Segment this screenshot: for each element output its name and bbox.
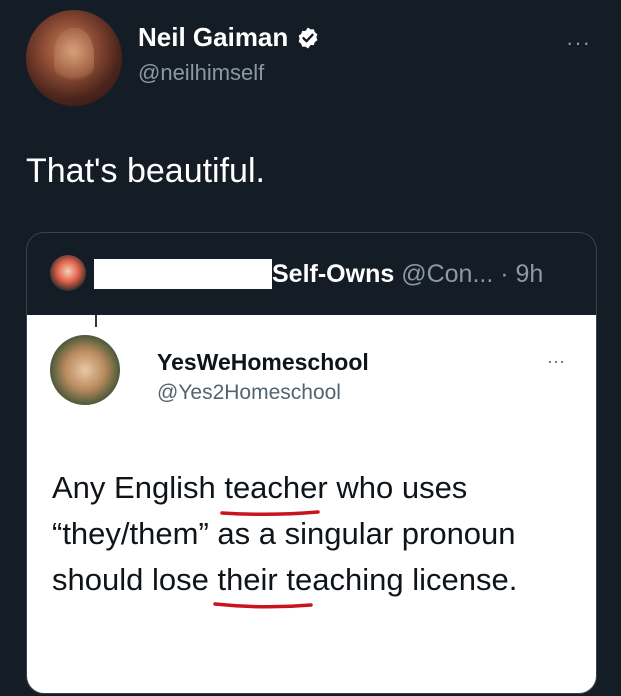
card-text: Any English teacher who uses “they/them”… bbox=[52, 465, 572, 609]
underlined-word-text: their bbox=[217, 562, 278, 597]
tweet-text: That's beautiful. bbox=[26, 152, 265, 190]
quoted-meta: @Con... · 9h bbox=[401, 260, 544, 288]
quoted-author-line: Self-Owns @Con... · 9h bbox=[272, 260, 543, 289]
quoted-account-name: Self-Owns bbox=[272, 260, 395, 288]
card-more-icon: ··· bbox=[547, 351, 565, 371]
more-options-icon[interactable]: ··· bbox=[566, 30, 591, 56]
author-handle[interactable]: @neilhimself bbox=[138, 60, 264, 86]
avatar[interactable] bbox=[26, 10, 122, 106]
card-author-handle: @Yes2Homeschool bbox=[157, 381, 341, 404]
red-underline-mark bbox=[220, 510, 321, 517]
underlined-word-text: teacher bbox=[224, 470, 328, 505]
tweet: Neil Gaiman @neilhimself ··· That's beau… bbox=[0, 0, 621, 696]
quoted-tweet-header: Self-Owns @Con... · 9h bbox=[27, 233, 596, 315]
underlined-word-teacher: teacher bbox=[220, 465, 328, 517]
author-row: Neil Gaiman bbox=[138, 22, 320, 53]
card-text-part: teaching license. bbox=[277, 562, 518, 597]
verified-badge-icon bbox=[298, 27, 318, 48]
underlined-word-their: their bbox=[213, 557, 314, 609]
quoted-avatar bbox=[50, 255, 86, 291]
thread-line bbox=[95, 315, 97, 327]
author-name[interactable]: Neil Gaiman bbox=[138, 22, 288, 53]
quoted-tweet[interactable]: Self-Owns @Con... · 9h YesWeHomeschool @… bbox=[26, 232, 597, 694]
card-avatar bbox=[50, 335, 120, 405]
card-author-name: YesWeHomeschool bbox=[157, 349, 369, 375]
red-underline-mark bbox=[213, 602, 314, 609]
card-text-part: Any English bbox=[52, 470, 225, 505]
screenshot-card: YesWeHomeschool @Yes2Homeschool ··· Any … bbox=[27, 315, 596, 693]
redaction-block bbox=[94, 259, 272, 289]
